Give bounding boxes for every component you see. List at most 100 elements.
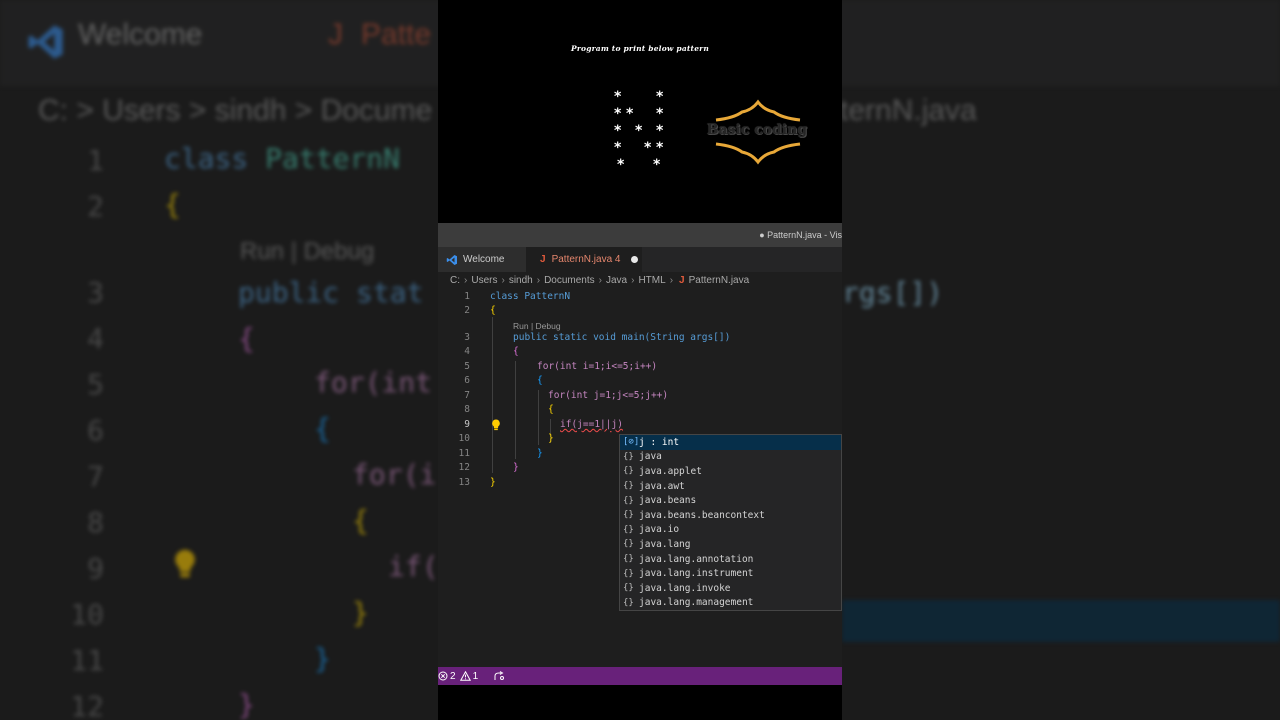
breadcrumb-item[interactable]: Documents	[544, 275, 595, 286]
autocomplete-list: [⊘] j : int {} java {} java.applet {} ja…	[619, 434, 842, 611]
window-titlebar: ● PatternN.java - Vis	[438, 223, 842, 247]
line-number: 4	[464, 346, 470, 357]
package-icon: {}	[623, 451, 634, 462]
suggestion-item[interactable]: {} java.lang.annotation	[620, 552, 841, 567]
tab-welcome[interactable]: Welcome	[438, 247, 526, 272]
bg-code: }	[352, 596, 369, 629]
bg-line-number: 9	[87, 552, 104, 585]
bg-line-number: 3	[87, 276, 104, 309]
bg-tab-pattern: J Patte	[328, 18, 432, 51]
code-line[interactable]: }	[513, 462, 519, 474]
suggestion-item[interactable]: {} java	[620, 450, 841, 465]
package-icon: {}	[623, 568, 634, 579]
suggestion-item[interactable]: {} java.lang.instrument	[620, 566, 841, 581]
java-file-icon: J	[540, 254, 546, 265]
code-line[interactable]: public static void main(String args[])	[513, 332, 730, 344]
line-number: 7	[464, 390, 470, 401]
indent-guide	[492, 317, 493, 473]
chevron-right-icon: ›	[501, 275, 505, 286]
line-number: 3	[464, 332, 470, 343]
code-line[interactable]: class PatternN	[490, 291, 570, 303]
code-line[interactable]: for(int j=1;j<=5;j++)	[548, 390, 668, 402]
suggestion-label: java.lang.instrument	[639, 568, 754, 580]
line-number: 8	[464, 404, 470, 415]
suggestion-item[interactable]: {} java.applet	[620, 464, 841, 479]
chevron-right-icon: ›	[598, 275, 602, 286]
package-icon: {}	[623, 510, 634, 521]
bg-line-number: 6	[87, 414, 104, 447]
bg-tab-welcome: Welcome	[78, 18, 203, 51]
package-icon: {}	[623, 583, 634, 594]
breadcrumb-item[interactable]: Users	[471, 275, 497, 286]
breadcrumb: C: › Users › sindh › Documents › Java › …	[450, 275, 749, 286]
share-icon	[494, 671, 505, 680]
code-line[interactable]: {	[490, 305, 496, 317]
codelens-run-debug[interactable]: Run | Debug	[513, 321, 561, 331]
suggestion-item[interactable]: {} java.awt	[620, 479, 841, 494]
bg-breadcrumb-right: ternN.java	[840, 94, 977, 127]
live-share-button[interactable]	[494, 671, 505, 681]
breadcrumb-item[interactable]: Java	[606, 275, 627, 286]
suggestion-item[interactable]: {} java.lang.invoke	[620, 581, 841, 596]
line-number: 1	[464, 291, 470, 302]
unsaved-dot-icon[interactable]	[630, 256, 638, 263]
breadcrumb-item[interactable]: PatternN.java	[689, 275, 750, 286]
bg-line-number: 12	[70, 690, 104, 720]
bg-breadcrumb: C: > Users > sindh > Docume	[38, 94, 433, 127]
bg-code: {	[164, 188, 181, 221]
vscode-editor: ● PatternN.java - Vis Welcome J PatternN…	[438, 223, 842, 685]
pattern-star: *	[656, 123, 664, 139]
suggestion-label: java	[639, 451, 662, 463]
pattern-star: *	[626, 106, 634, 122]
code-line[interactable]: }	[537, 448, 543, 460]
pattern-star: *	[614, 123, 622, 139]
line-number: 2	[464, 305, 470, 316]
line-number: 6	[464, 375, 470, 386]
java-file-icon: J	[679, 275, 685, 286]
breadcrumb-item[interactable]: sindh	[509, 275, 533, 286]
code-line[interactable]: for(int i=1;i<=5;i++)	[537, 361, 657, 373]
suggestion-label: java.beans	[639, 495, 697, 507]
suggestion-item[interactable]: {} java.beans	[620, 493, 841, 508]
code-line[interactable]: }	[490, 477, 496, 489]
pattern-star: *	[656, 106, 664, 122]
bg-code: for(int	[314, 366, 433, 399]
pattern-star: *	[614, 89, 622, 105]
problems-indicator[interactable]: 2 1	[438, 671, 478, 682]
error-icon	[438, 671, 448, 681]
code-line[interactable]: }	[548, 433, 554, 445]
breadcrumb-item[interactable]: HTML	[638, 275, 665, 286]
suggestion-label: j : int	[639, 436, 680, 448]
warning-icon	[459, 671, 471, 681]
error-count: 2	[450, 670, 456, 682]
vscode-logo-icon	[28, 25, 63, 59]
lightbulb-icon[interactable]	[491, 419, 501, 431]
suggestion-item[interactable]: {} java.lang.management	[620, 596, 841, 611]
bg-code: {	[238, 322, 255, 355]
suggestion-item[interactable]: {} java.lang	[620, 537, 841, 552]
suggestion-item[interactable]: [⊘] j : int	[620, 435, 841, 450]
tab-pattern-java[interactable]: J PatternN.java 4	[526, 247, 642, 272]
bg-line-number: 8	[87, 506, 104, 539]
chevron-right-icon: ›	[631, 275, 635, 286]
code-line[interactable]: {	[513, 346, 519, 358]
code-line-active[interactable]: if(j==1||j)	[560, 419, 623, 431]
chevron-right-icon: ›	[669, 275, 674, 286]
pattern-star: *	[614, 140, 622, 156]
suggestion-item[interactable]: {} java.beans.beancontext	[620, 508, 841, 523]
code-line[interactable]: {	[537, 375, 543, 387]
bg-line-number: 7	[87, 460, 104, 493]
suggestion-label: java.lang.invoke	[639, 582, 731, 594]
bg-code: }	[314, 642, 331, 675]
package-icon: {}	[623, 466, 634, 477]
bg-line-number: 10	[70, 598, 104, 631]
package-icon: {}	[623, 539, 634, 550]
line-number: 10	[458, 433, 470, 444]
bg-code: public stat	[238, 276, 424, 309]
suggestion-item[interactable]: {} java.io	[620, 523, 841, 538]
bg-code: }	[238, 688, 255, 720]
bg-line-number: 4	[87, 322, 104, 355]
code-line[interactable]: {	[548, 404, 554, 416]
pattern-star: *	[656, 140, 664, 156]
breadcrumb-item[interactable]: C:	[450, 275, 460, 286]
